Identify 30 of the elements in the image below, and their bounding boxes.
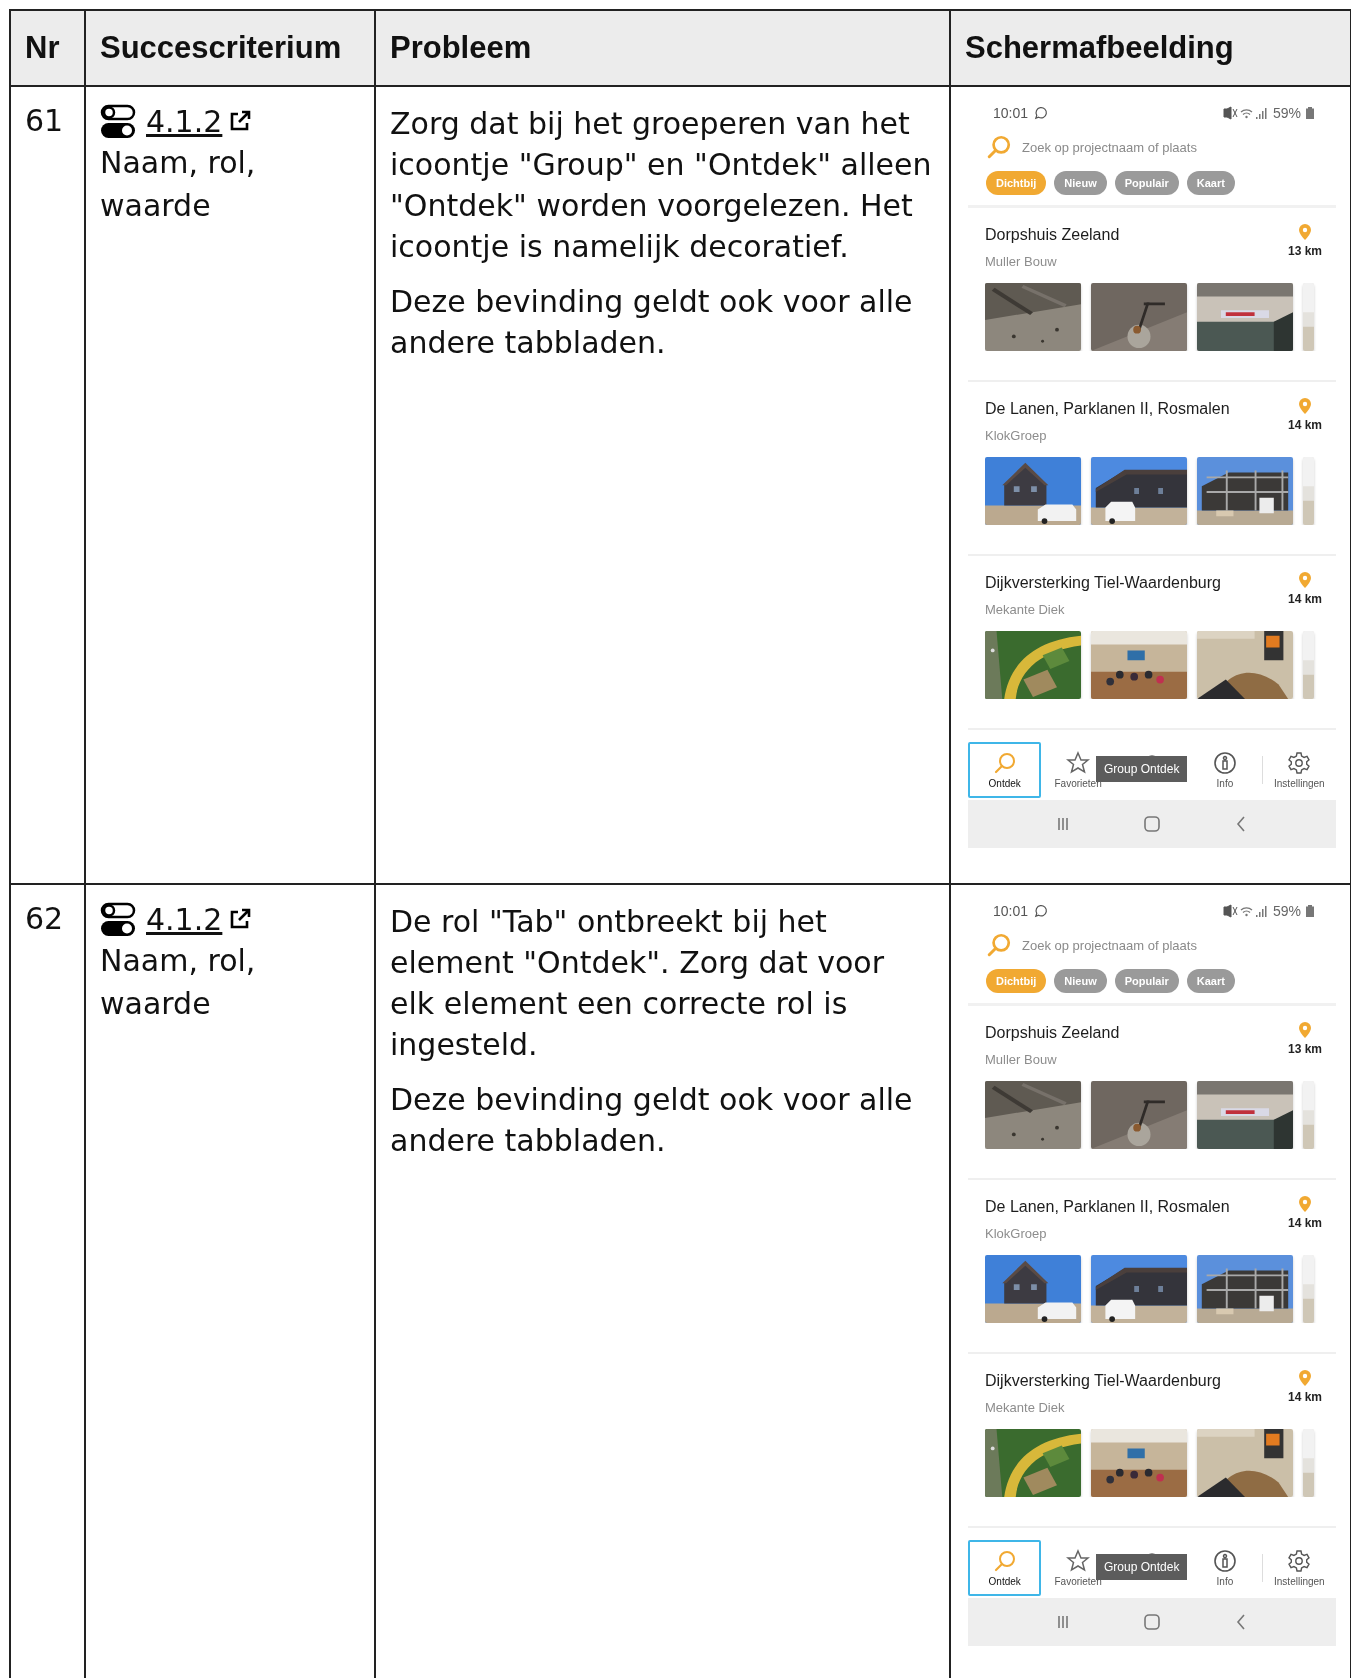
- status-time: 10:01: [993, 903, 1029, 919]
- column-header: Probleem: [376, 11, 951, 87]
- row-number: 61: [25, 103, 64, 138]
- project-company: KlokGroep: [985, 428, 1048, 443]
- distance: 14 km: [1287, 1390, 1322, 1404]
- tooltip: Group Ontdek: [1096, 756, 1188, 782]
- battery-level: 59%: [1272, 903, 1301, 919]
- battery-level: 59%: [1272, 105, 1301, 121]
- distance: 13 km: [1287, 244, 1322, 258]
- problem-text: Deze bevinding geldt ook voor alle andere tabbladen.: [390, 1081, 914, 1160]
- distance: 13 km: [1287, 1042, 1322, 1056]
- distance: 14 km: [1287, 592, 1322, 606]
- tooltip: Group Ontdek: [1096, 1554, 1188, 1580]
- problem-text: De rol "Tab" ontbreekt bij het element "Ontdek". Zorg dat voor elk element een correcte rol is ingesteld.: [390, 903, 885, 1064]
- distance: 14 km: [1287, 1216, 1322, 1230]
- problem-text: Zorg dat bij het groeperen van het icoontje "Group" en "Ontdek" alleen "Ontdek" worden voorgelezen. Het icoontje is namelijk decoratief.: [390, 105, 933, 266]
- column-header: Succescriterium: [86, 11, 376, 87]
- column-header: Schermafbeelding: [951, 11, 1351, 87]
- distance: 14 km: [1287, 418, 1322, 432]
- problem-text: Deze bevinding geldt ook voor alle andere tabbladen.: [390, 283, 914, 362]
- row-number: 62: [25, 901, 64, 936]
- project-company: KlokGroep: [985, 1226, 1048, 1241]
- project-company: Muller Bouw: [985, 254, 1058, 269]
- project-company: Muller Bouw: [985, 1052, 1058, 1067]
- project-company: Mekante Diek: [985, 1400, 1066, 1415]
- column-header: Nr: [11, 11, 86, 87]
- criterion-name: Naam, rol, waarde: [100, 144, 257, 225]
- criterion-name: Naam, rol, waarde: [100, 942, 257, 1023]
- project-company: Mekante Diek: [985, 602, 1066, 617]
- status-time: 10:01: [993, 105, 1029, 121]
